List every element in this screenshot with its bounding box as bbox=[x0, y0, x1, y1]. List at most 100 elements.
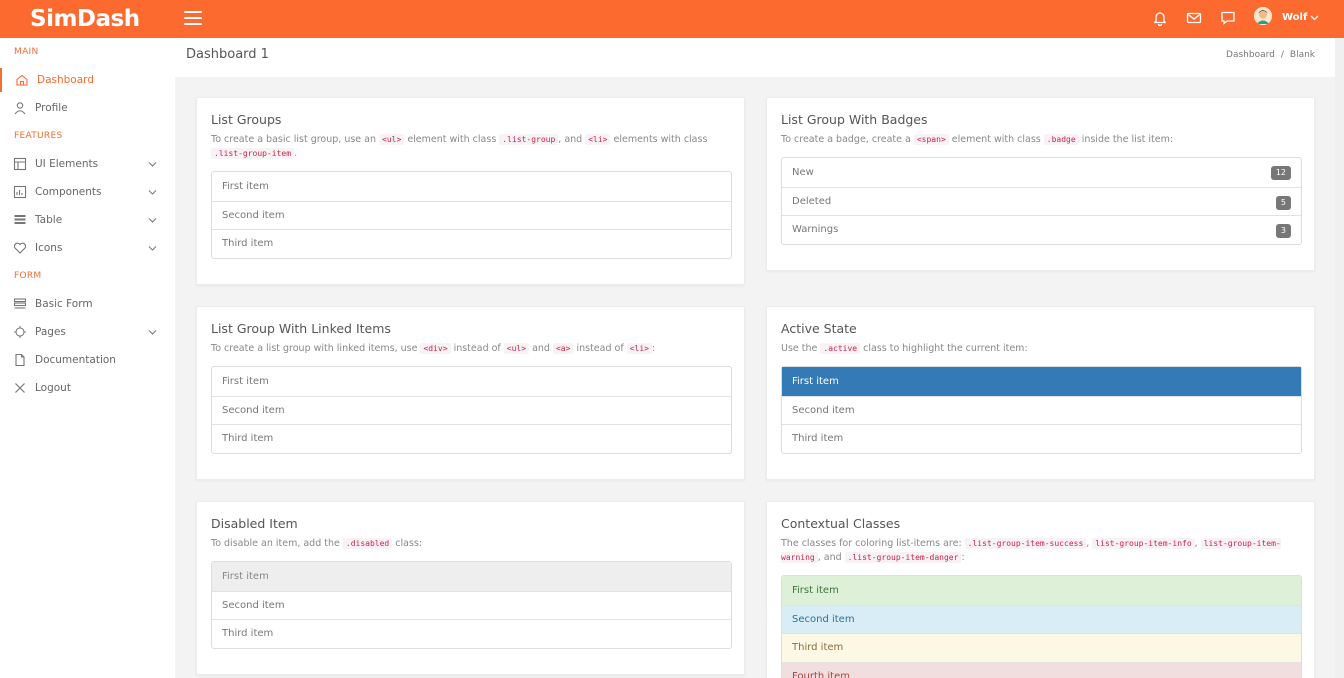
brand-logo[interactable]: SimDash bbox=[30, 2, 140, 36]
chat-icon[interactable] bbox=[1219, 9, 1237, 27]
scrollbar[interactable] bbox=[1335, 38, 1344, 678]
breadcrumb-separator: / bbox=[1280, 50, 1284, 60]
card-title: List Group With Linked Items bbox=[211, 321, 391, 336]
card-title: List Group With Badges bbox=[781, 112, 928, 127]
sidebar-item-logout[interactable]: Logout bbox=[0, 376, 175, 400]
sidebar-item-table[interactable]: Table bbox=[0, 208, 175, 232]
page-title: Dashboard 1 bbox=[186, 47, 269, 62]
sidebar-item-label: Documentation bbox=[35, 354, 116, 366]
sidebar-section-features: FEATURES bbox=[14, 131, 63, 141]
card-list-group-badges: List Group With Badges To create a badge… bbox=[766, 97, 1315, 271]
card-description: To create a basic list group, use an <ul… bbox=[211, 134, 708, 159]
user-icon bbox=[14, 102, 26, 115]
user-menu[interactable]: Wolf bbox=[1282, 12, 1319, 23]
count-badge: 3 bbox=[1275, 224, 1291, 239]
list-item-active: First item bbox=[782, 367, 1301, 396]
chevron-down-icon bbox=[148, 330, 157, 335]
list-link-item[interactable]: First item bbox=[212, 367, 731, 396]
list-group: First item Second item Third item Fourth… bbox=[781, 575, 1302, 678]
avatar[interactable] bbox=[1254, 7, 1272, 25]
list-item: Third item bbox=[782, 424, 1301, 453]
chevron-down-icon bbox=[1310, 15, 1319, 21]
list-item-warning: Third item bbox=[782, 633, 1301, 662]
card-list-group-linked: List Group With Linked Items To create a… bbox=[196, 306, 745, 480]
sidebar-item-profile[interactable]: Profile bbox=[0, 96, 175, 120]
sidebar-item-label: Pages bbox=[35, 326, 66, 338]
list-link-item[interactable]: Second item bbox=[212, 395, 731, 425]
top-bar: SimDash Wolf bbox=[0, 0, 1344, 38]
list-item: First item bbox=[222, 180, 269, 192]
card-description: Use the .active class to highlight the c… bbox=[781, 343, 1028, 354]
card-list-groups: List Groups To create a basic list group… bbox=[196, 97, 745, 285]
sidebar-item-label: Basic Form bbox=[35, 298, 93, 310]
sidebar-item-ui-elements[interactable]: UI Elements bbox=[0, 152, 175, 176]
breadcrumb: Dashboard / Blank bbox=[1226, 50, 1315, 60]
page-header: Dashboard 1 Dashboard / Blank bbox=[175, 38, 1335, 77]
list-item: Deleted 5 bbox=[782, 186, 1301, 216]
chevron-down-icon bbox=[148, 162, 157, 167]
list-link-item[interactable]: Third item bbox=[212, 424, 731, 453]
sidebar-section-form: FORM bbox=[14, 271, 42, 281]
sidebar-item-label: Icons bbox=[35, 242, 63, 254]
user-name-label: Wolf bbox=[1282, 12, 1308, 23]
sidebar-item-components[interactable]: Components bbox=[0, 180, 175, 204]
list-group: First item Second item Third item bbox=[211, 171, 732, 259]
list-group: New 12 Deleted 5 Warnings 3 bbox=[781, 157, 1302, 245]
sidebar-item-documentation[interactable]: Documentation bbox=[0, 348, 175, 372]
document-icon bbox=[15, 353, 25, 367]
chart-icon bbox=[13, 185, 27, 199]
list-item-danger: Fourth item bbox=[782, 661, 1301, 678]
list-item: Second item bbox=[212, 590, 731, 620]
list-item: New 12 bbox=[782, 158, 1301, 187]
list-group: First item Second item Third item bbox=[211, 561, 732, 649]
card-description: To disable an item, add the .disabled cl… bbox=[211, 538, 423, 549]
card-contextual-classes: Contextual Classes The classes for color… bbox=[766, 501, 1315, 678]
sidebar-section-main: MAIN bbox=[14, 47, 39, 57]
card-description: To create a list group with linked items… bbox=[211, 343, 656, 354]
list-item: Third item bbox=[212, 619, 731, 648]
table-icon bbox=[14, 215, 26, 224]
sidebar-item-label: Logout bbox=[35, 382, 71, 394]
mail-icon[interactable] bbox=[1185, 9, 1203, 27]
bell-icon[interactable] bbox=[1151, 9, 1169, 27]
form-icon bbox=[13, 298, 27, 309]
target-icon bbox=[14, 326, 26, 338]
layout-icon bbox=[13, 157, 27, 171]
sidebar-item-icons[interactable]: Icons bbox=[0, 236, 175, 260]
sidebar-item-pages[interactable]: Pages bbox=[0, 320, 175, 344]
chevron-down-icon bbox=[148, 246, 157, 251]
sidebar-item-label: Dashboard bbox=[37, 74, 94, 86]
card-description: To create a badge, create a <span> eleme… bbox=[781, 134, 1174, 145]
list-item-disabled: First item bbox=[212, 562, 731, 591]
heart-icon bbox=[13, 242, 27, 254]
card-disabled-item: Disabled Item To disable an item, add th… bbox=[196, 501, 745, 675]
menu-toggle-icon[interactable] bbox=[184, 11, 202, 25]
sidebar-item-label: UI Elements bbox=[35, 158, 99, 170]
list-group: First item Second item Third item bbox=[781, 366, 1302, 454]
sidebar-item-label: Components bbox=[35, 186, 102, 198]
count-badge: 5 bbox=[1275, 195, 1291, 210]
list-item: Second item bbox=[782, 395, 1301, 425]
card-active-state: Active State Use the .active class to hi… bbox=[766, 306, 1315, 480]
chevron-down-icon bbox=[148, 190, 157, 195]
sidebar-item-dashboard[interactable]: Dashboard bbox=[0, 68, 175, 92]
list-item-success: First item bbox=[782, 576, 1301, 605]
list-group: First item Second item Third item bbox=[211, 366, 732, 454]
chevron-down-icon bbox=[148, 218, 157, 223]
sidebar-item-label: Profile bbox=[35, 102, 68, 114]
breadcrumb-dashboard[interactable]: Dashboard bbox=[1226, 50, 1275, 60]
sidebar-item-label: Table bbox=[35, 214, 63, 226]
count-badge: 12 bbox=[1270, 166, 1291, 180]
card-title: Contextual Classes bbox=[781, 516, 901, 531]
breadcrumb-current: Blank bbox=[1289, 50, 1315, 60]
card-title: Disabled Item bbox=[211, 516, 298, 531]
card-description: The classes for coloring list-items are:… bbox=[781, 538, 1281, 563]
list-item: Third item bbox=[212, 229, 731, 258]
home-icon bbox=[16, 74, 28, 86]
card-title: Active State bbox=[781, 321, 857, 336]
sidebar-item-basic-form[interactable]: Basic Form bbox=[0, 292, 175, 316]
card-title: List Groups bbox=[211, 112, 282, 127]
sidebar: MAIN Dashboard Profile FEATURES UI Eleme… bbox=[0, 38, 175, 678]
list-item: Second item bbox=[212, 200, 731, 230]
list-item-info: Second item bbox=[782, 604, 1301, 634]
